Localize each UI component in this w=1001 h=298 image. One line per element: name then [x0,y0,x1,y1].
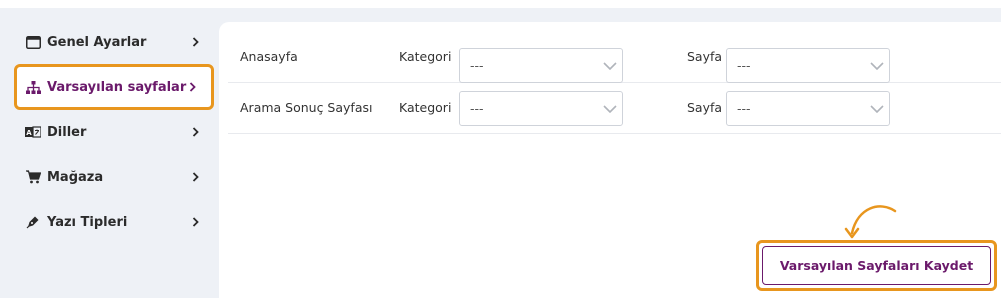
category-label: Kategori [399,100,452,115]
sidebar-item-languages[interactable]: A Diller [14,111,214,153]
save-default-pages-button[interactable]: Varsayılan Sayfaları Kaydet [762,246,991,285]
cart-icon [25,170,41,184]
row-title: Arama Sonuç Sayfası [240,100,373,115]
chevron-right-icon [190,37,200,47]
chevron-right-icon [190,127,200,137]
page-label: Sayfa [687,100,723,115]
sidebar-item-store[interactable]: Mağaza [14,156,214,198]
sidebar-item-label: Mağaza [47,169,104,185]
sidebar-item-label: Genel Ayarlar [47,34,147,50]
page-select[interactable]: --- [726,48,890,83]
sidebar-item-label: Diller [47,124,87,140]
select-value: --- [737,101,751,116]
select-value: --- [737,58,751,73]
sidebar-item-label: Yazı Tipleri [47,214,128,230]
select-value: --- [470,101,484,116]
table-row: Arama Sonuç Sayfası Kategori --- Sayfa -… [228,83,1001,134]
category-label: Kategori [399,49,452,64]
table-row: Anasayfa Kategori --- Sayfa --- [228,32,1001,83]
category-select[interactable]: --- [459,48,623,83]
save-button-highlight: Varsayılan Sayfaları Kaydet [756,240,997,291]
svg-text:A: A [26,129,32,137]
sitemap-icon [25,80,41,94]
chevron-down-icon [865,61,889,70]
chevron-right-icon [190,217,200,227]
sidebar-item-general-settings[interactable]: Genel Ayarlar [14,21,214,63]
chevron-down-icon [598,61,622,70]
page-label: Sayfa [687,49,723,64]
select-value: --- [470,58,484,73]
sidebar: Genel Ayarlar Varsayılan sayfalar A Dill… [0,8,219,298]
window-icon [25,35,41,49]
category-select[interactable]: --- [459,91,623,126]
curved-arrow-icon [844,205,897,239]
page-select[interactable]: --- [726,91,890,126]
chevron-right-icon [190,172,200,182]
chevron-right-icon [187,82,197,92]
sidebar-item-label: Varsayılan sayfalar [47,79,187,95]
sidebar-item-fonts[interactable]: Yazı Tipleri [14,201,214,243]
chevron-down-icon [865,104,889,113]
language-icon: A [25,125,41,139]
pen-icon [25,215,41,229]
row-title: Anasayfa [240,49,298,64]
sidebar-item-default-pages[interactable]: Varsayılan sayfalar [14,64,214,110]
chevron-down-icon [598,104,622,113]
